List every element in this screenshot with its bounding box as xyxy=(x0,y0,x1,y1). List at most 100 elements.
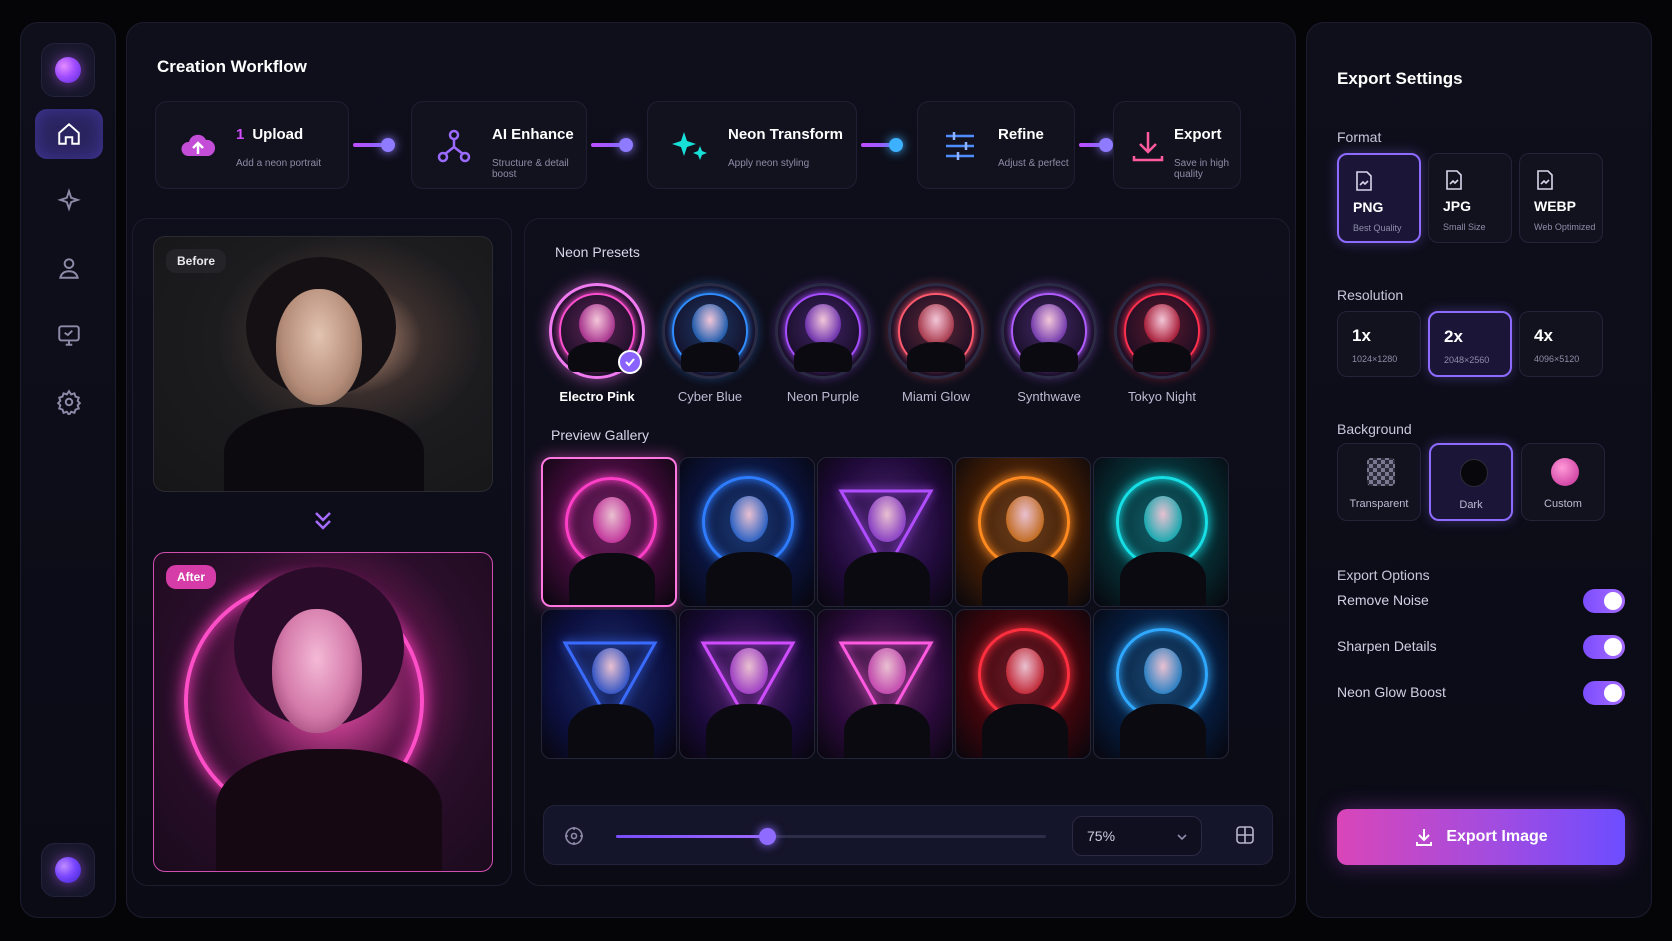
sidebar-item-magic[interactable] xyxy=(35,176,103,226)
preset-miami-glow[interactable]: Miami Glow xyxy=(886,283,986,404)
preset-synthwave[interactable]: Synthwave xyxy=(999,283,1099,404)
option-label: Sharpen Details xyxy=(1337,638,1437,654)
download-icon xyxy=(1416,829,1433,846)
format-name: PNG xyxy=(1353,199,1384,215)
preset-label: Tokyo Night xyxy=(1128,389,1196,404)
zoom-select[interactable]: 75% xyxy=(1072,816,1202,856)
preset-label: Synthwave xyxy=(1017,389,1081,404)
export-button-label: Export Image xyxy=(1446,828,1548,845)
preset-neon-purple[interactable]: Neon Purple xyxy=(773,283,873,404)
nodes-icon xyxy=(437,129,471,163)
cloud-upload-icon xyxy=(181,134,216,156)
sidebar-item-display[interactable] xyxy=(35,310,103,360)
option-remove-noise: Remove Noise xyxy=(1337,587,1625,615)
format-name: WEBP xyxy=(1534,198,1576,214)
step-connector xyxy=(353,138,395,152)
app-logo[interactable] xyxy=(41,43,95,97)
format-desc: Best Quality xyxy=(1353,223,1402,233)
after-tag: After xyxy=(166,565,217,589)
presets-gallery-panel: Neon Presets Electro Pink Cyber Blue Neon … xyxy=(524,218,1290,886)
preset-cyber-blue[interactable]: Cyber Blue xyxy=(660,283,760,404)
resolution-1x[interactable]: 1x 1024×1280 xyxy=(1337,311,1421,377)
option-label: Neon Glow Boost xyxy=(1337,684,1446,700)
user-icon xyxy=(59,258,79,279)
option-toggle[interactable] xyxy=(1583,681,1625,705)
step-refine[interactable]: Refine Adjust & perfect xyxy=(917,101,1075,189)
format-name: JPG xyxy=(1443,198,1472,214)
gallery-title: Preview Gallery xyxy=(551,427,650,443)
option-toggle[interactable] xyxy=(1583,589,1625,613)
resolution-size: 1024×1280 xyxy=(1352,354,1398,364)
focus-target-icon[interactable] xyxy=(564,826,584,846)
zoom-slider-thumb[interactable] xyxy=(758,828,776,845)
sidebar-item-settings[interactable] xyxy=(35,377,103,427)
resolution-size: 4096×5120 xyxy=(1534,354,1580,364)
avatar-orb-icon xyxy=(55,857,81,883)
export-options-label: Export Options xyxy=(1337,567,1430,583)
download-icon xyxy=(1132,132,1164,162)
step-neon-transform[interactable]: Neon Transform Apply neon styling xyxy=(647,101,857,189)
user-avatar[interactable] xyxy=(41,843,95,897)
resolution-scale: 4x xyxy=(1534,326,1553,345)
step-export[interactable]: Export Save in high quality xyxy=(1113,101,1241,189)
gallery-thumb[interactable] xyxy=(541,457,677,607)
preset-thumbnail xyxy=(1001,283,1097,379)
before-after-panel: Before After xyxy=(132,218,512,886)
image-file-icon xyxy=(1537,170,1553,190)
step-subtitle: Add a neon portrait xyxy=(236,158,322,169)
resolution-scale: 2x xyxy=(1444,327,1463,346)
preset-thumbnail xyxy=(662,283,758,379)
preset-tokyo-night[interactable]: Tokyo Night xyxy=(1112,283,1212,404)
gallery-thumb[interactable] xyxy=(679,457,815,607)
background-transparent[interactable]: Transparent xyxy=(1337,443,1421,521)
step-subtitle: Save in high quality xyxy=(1174,158,1230,180)
sliders-icon xyxy=(946,132,974,160)
preset-label: Electro Pink xyxy=(559,389,635,404)
zoom-value: 75% xyxy=(1087,828,1116,844)
gallery-thumb[interactable] xyxy=(955,609,1091,759)
step-upload[interactable]: 1 Upload Add a neon portrait xyxy=(155,101,349,189)
gallery-thumb[interactable] xyxy=(541,609,677,759)
option-sharpen-details: Sharpen Details xyxy=(1337,633,1625,661)
background-label-text: Transparent xyxy=(1349,498,1409,510)
gallery-thumb[interactable] xyxy=(679,609,815,759)
preset-electro-pink[interactable]: Electro Pink xyxy=(547,283,647,404)
resolution-4x[interactable]: 4x 4096×5120 xyxy=(1519,311,1603,377)
preset-thumbnail xyxy=(888,283,984,379)
gallery-thumb[interactable] xyxy=(955,457,1091,607)
gallery-thumb[interactable] xyxy=(1093,457,1229,607)
export-image-button[interactable]: Export Image xyxy=(1337,809,1625,865)
export-settings-panel: Export Settings Format PNG Best Quality JP… xyxy=(1306,22,1652,918)
preset-thumbnail xyxy=(1114,283,1210,379)
sidebar-item-home[interactable] xyxy=(35,109,103,159)
before-image: Before xyxy=(153,236,493,492)
format-png[interactable]: PNG Best Quality xyxy=(1337,153,1421,243)
format-label: Format xyxy=(1337,129,1382,145)
grid-view-icon[interactable] xyxy=(1234,824,1256,846)
preset-label: Neon Purple xyxy=(786,389,860,404)
sidebar-item-profile[interactable] xyxy=(35,243,103,293)
resolution-label: Resolution xyxy=(1337,287,1404,303)
preset-thumbnail xyxy=(549,283,645,379)
zoom-slider[interactable] xyxy=(616,828,1046,845)
format-jpg[interactable]: JPG Small Size xyxy=(1428,153,1512,243)
zoom-slider-fill xyxy=(616,835,767,838)
resolution-scale: 1x xyxy=(1352,326,1371,345)
portrait-face xyxy=(272,609,362,733)
background-custom[interactable]: Custom xyxy=(1521,443,1605,521)
format-webp[interactable]: WEBP Web Optimized xyxy=(1519,153,1603,243)
logo-orb-icon xyxy=(55,57,81,83)
portrait-face xyxy=(276,289,362,405)
resolution-2x[interactable]: 2x 2048×2560 xyxy=(1428,311,1512,377)
gallery-thumb[interactable] xyxy=(817,609,953,759)
preset-label: Miami Glow xyxy=(902,389,970,404)
sparkle-icon xyxy=(57,188,81,212)
step-subtitle: Structure & detail boost xyxy=(492,158,569,180)
step-ai-enhance[interactable]: AI Enhance Structure & detail boost xyxy=(411,101,587,189)
chevron-double-down-icon xyxy=(315,512,331,530)
gallery-thumb[interactable] xyxy=(817,457,953,607)
background-dark[interactable]: Dark xyxy=(1429,443,1513,521)
gallery-thumb[interactable] xyxy=(1093,609,1229,759)
option-toggle[interactable] xyxy=(1583,635,1625,659)
option-label: Remove Noise xyxy=(1337,592,1429,608)
